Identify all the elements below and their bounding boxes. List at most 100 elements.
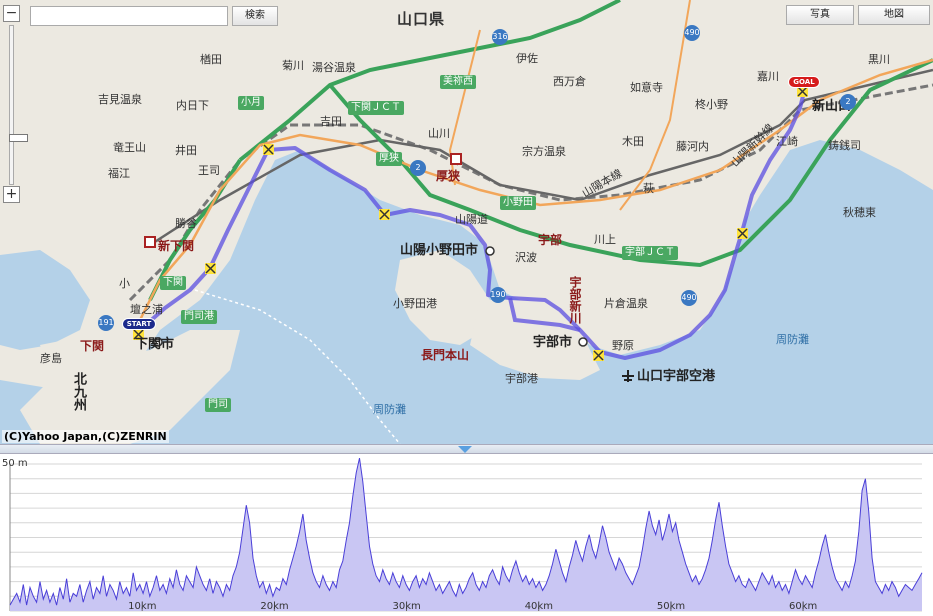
place-label: 吉見温泉 <box>98 93 142 106</box>
route-shield: 490 <box>684 25 700 41</box>
search-input[interactable] <box>30 6 228 26</box>
x-tick-label: 50km <box>656 601 686 612</box>
elevation-profile: 50 m 10km 20km 30km 40km 50km 60km <box>0 454 933 616</box>
station-label: 新下関 <box>158 239 195 253</box>
route-shield: 2 <box>840 94 856 110</box>
ic-label: 門司 <box>205 398 231 412</box>
checkpoint-marker <box>737 228 748 239</box>
place-label: 木田 <box>622 135 644 148</box>
place-label: 西万倉 <box>553 75 586 88</box>
place-label: 如意寺 <box>630 81 663 94</box>
mountain-label: 竜王山 <box>113 141 146 154</box>
port-label: 宇部港 <box>505 372 538 385</box>
goal-marker[interactable]: GOAL <box>788 76 820 88</box>
ic-label: 美祢西 <box>440 75 476 89</box>
place-label: 内日下 <box>176 99 209 112</box>
ic-label: 厚狭 <box>376 152 402 166</box>
place-label: 片倉温泉 <box>604 297 648 310</box>
map-view-button[interactable]: 地図 <box>858 5 930 25</box>
city-label: 下関市 <box>135 337 175 352</box>
city-hall-marker <box>485 246 495 256</box>
place-label: 小 <box>119 277 130 290</box>
city-label: 宇部市 <box>533 335 573 350</box>
place-label: 鋳銭司 <box>828 139 861 152</box>
city-label: 北九州 <box>71 372 86 411</box>
jct-label: 宇部ＪＣＴ <box>622 246 678 260</box>
place-label: 吉田 <box>320 115 342 128</box>
ic-label: 小月 <box>238 96 264 110</box>
place-label: 楢田 <box>200 53 222 66</box>
place-label: 勝谷 <box>175 217 197 230</box>
sea-west <box>0 250 90 350</box>
station-label: 宇部新川 <box>568 276 582 324</box>
sea-label: 周防灘 <box>373 403 406 416</box>
sea-label: 周防灘 <box>776 333 809 346</box>
place-label: 菊川 <box>282 59 304 72</box>
place-label: 宗方温泉 <box>522 145 566 158</box>
x-tick-label: 40km <box>524 601 553 612</box>
zoom-slider[interactable] <box>9 25 28 185</box>
zoom-in-button[interactable]: + <box>3 186 20 203</box>
zoom-out-button[interactable]: − <box>3 5 20 22</box>
x-tick-label: 30km <box>392 601 421 612</box>
place-label: 柊小野 <box>695 98 728 111</box>
route-shield: 190 <box>490 287 506 303</box>
city-hall-marker <box>578 337 588 347</box>
start-marker[interactable]: START <box>122 318 156 330</box>
airport-label: 山口宇部空港 <box>637 369 716 384</box>
city-label: 山陽小野田市 <box>400 243 479 258</box>
ic-label: 下関 <box>160 276 186 290</box>
search-button[interactable]: 検索 <box>232 6 278 26</box>
station-label: 下関 <box>80 339 105 353</box>
place-label: 藤河内 <box>676 140 709 153</box>
pref-label: 山口県 <box>397 10 446 28</box>
island-label: 彦島 <box>40 352 62 365</box>
place-label: 野原 <box>612 339 634 352</box>
zoom-slider-handle[interactable] <box>9 134 28 142</box>
zoom-control[interactable]: − + <box>3 5 28 205</box>
route-shield: 2 <box>410 160 426 176</box>
place-label: 江崎 <box>776 135 798 148</box>
port-label: 小野田港 <box>393 297 437 310</box>
checkpoint-marker <box>593 350 604 361</box>
place-label: 山川 <box>428 127 450 140</box>
checkpoint-marker <box>379 209 390 220</box>
y-axis-max-label: 50 m <box>2 458 28 469</box>
checkpoint-marker <box>205 263 216 274</box>
x-tick-label: 20km <box>260 601 289 612</box>
place-label: 嘉川 <box>757 70 779 83</box>
station-label: 長門本山 <box>421 348 470 362</box>
checkpoint-marker <box>263 144 274 155</box>
place-label: 沢波 <box>515 251 537 264</box>
place-label: 王司 <box>198 164 220 177</box>
place-label: 黒川 <box>868 53 890 66</box>
station-marker <box>144 236 156 248</box>
route-shield: 191 <box>98 315 114 331</box>
panel-divider[interactable] <box>0 444 933 454</box>
jct-label: 下関ＪＣＴ <box>348 101 404 115</box>
place-label: 川上 <box>594 233 616 246</box>
station-marker <box>450 153 462 165</box>
x-tick-label: 60km <box>789 601 818 612</box>
place-label: 福江 <box>108 167 130 180</box>
elevation-line <box>9 457 923 606</box>
station-label: 厚狭 <box>436 169 461 183</box>
ic-label: 小野田 <box>500 196 536 210</box>
place-label: 井田 <box>175 144 197 157</box>
elevation-chart <box>9 457 923 612</box>
station-label: 宇部 <box>538 233 563 247</box>
route-shield: 490 <box>681 290 697 306</box>
x-tick-label: 10km <box>128 601 157 612</box>
route-shield: 316 <box>492 29 508 45</box>
road-label: 山陽道 <box>455 213 488 226</box>
place-label: 秋穂東 <box>843 206 876 219</box>
place-label: 伊佐 <box>516 52 538 65</box>
photo-view-button[interactable]: 写真 <box>786 5 854 25</box>
ic-label: 門司港 <box>181 310 217 324</box>
place-label: 萩 <box>643 182 654 195</box>
map-view[interactable]: 山口県 湯谷温泉 下関ＪＣＴ 美祢西 伊佐 西万倉 如意寺 柊小野 嘉川 新山口… <box>0 0 933 444</box>
copyright-notice: (C)Yahoo Japan,(C)ZENRIN <box>2 430 169 443</box>
place-label: 壇之浦 <box>130 303 163 316</box>
road-490 <box>619 0 691 211</box>
collapse-arrow-icon[interactable] <box>458 446 472 453</box>
